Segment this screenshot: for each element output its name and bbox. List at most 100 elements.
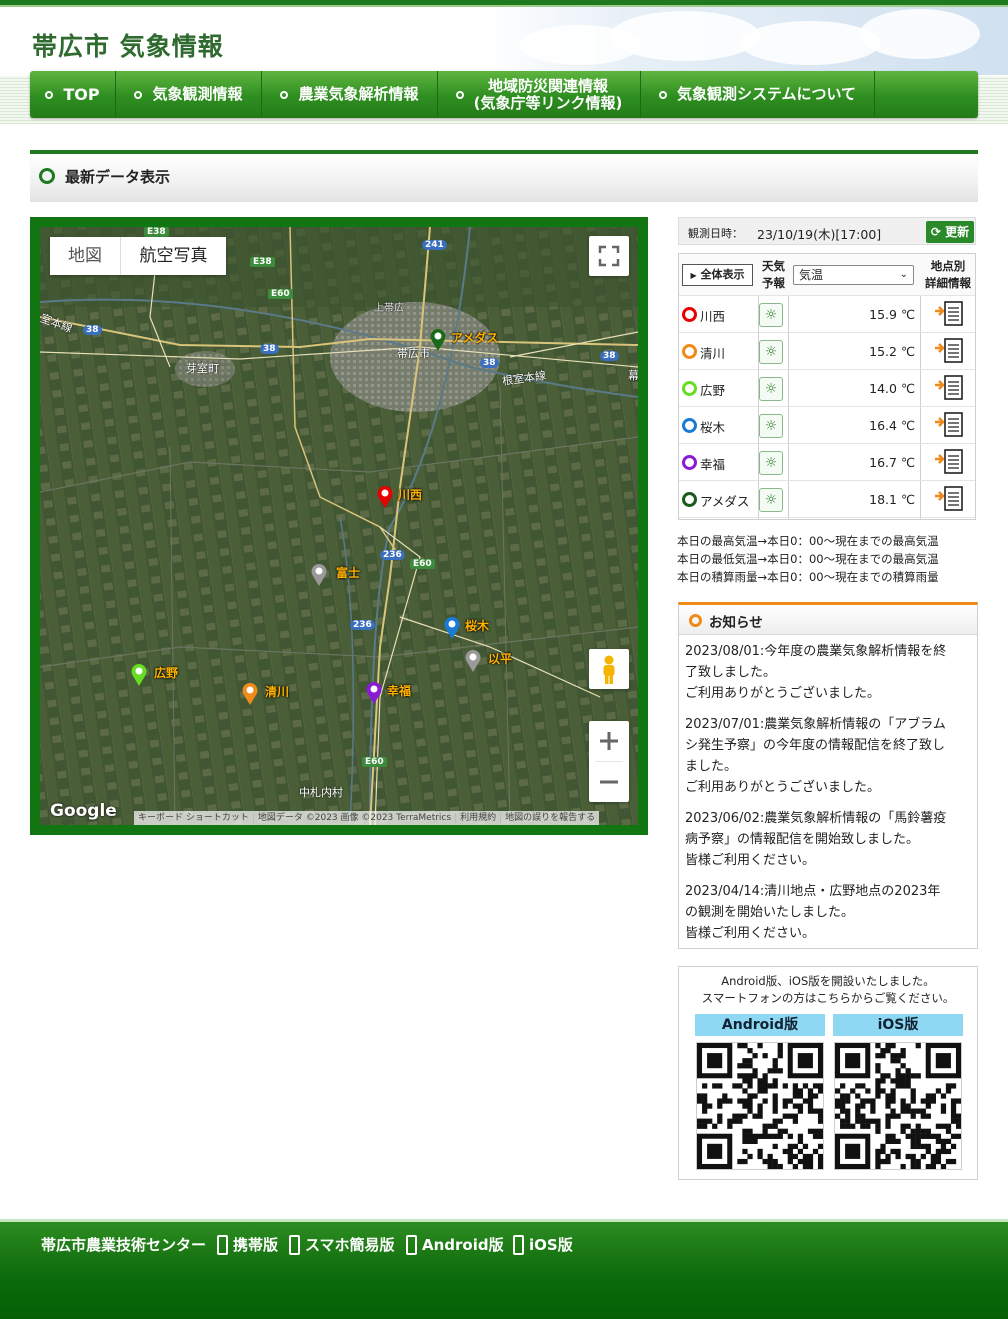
nav-label: 地域防災関連情報: [487, 76, 608, 95]
marker-sakuragi[interactable]: 桜木: [443, 616, 489, 644]
place-label: 上帯広: [374, 303, 404, 314]
minus-icon: [600, 780, 618, 784]
road-shield: 38: [480, 358, 499, 368]
map-pin-icon: [311, 564, 327, 586]
footer: 帯広市農業技術センター 携帯版 スマホ簡易版 Android版 iOS版: [0, 1219, 1008, 1319]
phone-icon: [289, 1235, 300, 1255]
footer-link-smartphone[interactable]: スマホ簡易版: [289, 1234, 395, 1255]
weather-forecast-icon[interactable]: ☼: [759, 303, 783, 327]
marker-kofuku[interactable]: 幸福: [365, 681, 411, 709]
cloud-decoration: [610, 11, 760, 61]
marker-label: 幸福: [387, 684, 412, 698]
footer-link-label: Android版: [422, 1236, 504, 1254]
android-qr-code[interactable]: [696, 1042, 824, 1170]
footer-link-ios[interactable]: iOS版: [513, 1234, 573, 1255]
weather-forecast-icon[interactable]: ☼: [759, 377, 783, 401]
detail-info-icon[interactable]: [933, 300, 965, 332]
map-pin-icon: [430, 329, 446, 351]
marker-ihei[interactable]: 以平: [464, 649, 512, 677]
station-link[interactable]: アメダス: [700, 491, 749, 510]
marker-hirono[interactable]: 広野: [130, 663, 178, 691]
station-link[interactable]: 清川: [700, 343, 725, 362]
marker-amedas[interactable]: アメダス: [429, 328, 498, 356]
bullet-icon: [45, 90, 54, 99]
news-line: ご利用ありがとうございました。: [685, 780, 881, 795]
keyboard-shortcuts-link[interactable]: キーボード ショートカット: [134, 813, 254, 823]
nav-label: 気象観測情報: [152, 85, 243, 103]
news-line: 2023/04/14:清川地点・広野地点の2023年: [685, 884, 941, 899]
footer-link-mobile[interactable]: 携帯版: [217, 1234, 278, 1255]
map-pin-icon: [366, 682, 382, 704]
circle-icon: [39, 168, 55, 184]
place-label: 中札内村: [299, 786, 343, 799]
news-line: 病予察」の情報配信を開始致しました。: [685, 832, 920, 847]
nav-top[interactable]: TOP: [30, 71, 116, 118]
news-line: 了致しました。: [685, 665, 777, 680]
station-link[interactable]: 桜木: [700, 417, 725, 436]
section-header: 最新データ表示: [30, 150, 978, 202]
top-stripe: [0, 0, 1008, 7]
map-pin-icon: [444, 617, 460, 639]
zoom-in-button[interactable]: [589, 721, 629, 761]
street-view-button[interactable]: [589, 649, 629, 689]
news-line: ご利用ありがとうございました。: [685, 686, 881, 701]
nav-label: 気象観測システムについて: [676, 85, 857, 103]
footer-link-android[interactable]: Android版: [406, 1234, 504, 1255]
weather-forecast-icon[interactable]: ☼: [759, 451, 783, 475]
header-line: 詳細情報: [925, 276, 971, 290]
marker-kawanishi[interactable]: 川西: [376, 485, 422, 513]
station-marker-icon: [682, 344, 697, 359]
station-row: 広野 ☼ 14.0 ℃: [679, 370, 975, 407]
marker-label: 広野: [154, 666, 179, 680]
map-pin-icon: [242, 683, 258, 705]
nav-label: TOP: [63, 85, 100, 104]
report-error-link[interactable]: 地図の誤りを報告する: [501, 813, 599, 823]
news-line: 2023/06/02:農業気象解析情報の「馬鈴薯疫: [685, 811, 947, 826]
news-item: 2023/07/01:農業気象解析情報の「アブラム シ発生予察」の今年度の情報配信…: [685, 714, 970, 798]
station-link[interactable]: 広野: [700, 380, 725, 399]
ios-qr-code[interactable]: [834, 1042, 962, 1170]
table-header: ▶ 全体表示 天気 予報 気温 ⌄ 地点別 詳細情報: [679, 254, 975, 296]
detail-info-icon[interactable]: [933, 337, 965, 369]
nav-disaster-info[interactable]: 地域防災関連情報 (気象庁等リンク情報): [438, 71, 641, 118]
map-pin-icon: [131, 664, 147, 686]
element-select[interactable]: 気温 ⌄: [793, 265, 914, 285]
marker-kiyokawa[interactable]: 清川: [241, 682, 289, 710]
news-line: シ発生予察」の今年度の情報配信を終了致し: [685, 738, 946, 753]
terms-link[interactable]: 利用規約: [456, 813, 502, 823]
detail-info-icon[interactable]: [933, 485, 965, 517]
phone-icon: [406, 1235, 417, 1255]
note-line: 本日の積算雨量→本日0：00〜現在までの積算雨量: [677, 570, 939, 584]
map-type-control: 地図 航空写真: [50, 237, 226, 275]
caret-right-icon: ▶: [690, 271, 697, 280]
nav-observation[interactable]: 気象観測情報: [116, 71, 262, 118]
temperature-value: 14.0 ℃: [869, 381, 915, 396]
detail-info-icon[interactable]: [933, 448, 965, 480]
show-all-button[interactable]: ▶ 全体表示: [682, 264, 753, 286]
marker-fuji[interactable]: 富士: [310, 563, 360, 591]
detail-info-icon[interactable]: [933, 374, 965, 406]
station-link[interactable]: 幸福: [700, 454, 725, 473]
map-type-satellite-button[interactable]: 航空写真: [120, 237, 226, 275]
road-shield: 241: [422, 240, 447, 250]
weather-forecast-icon[interactable]: ☼: [759, 414, 783, 438]
page: { "site": {"title": "帯広市 気象情報"}, "nav": …: [0, 0, 1008, 1319]
news-item: 2023/08/01:今年度の農業気象解析情報を終 了致しました。ご利用ありがとう…: [685, 641, 970, 704]
nav-agri-analysis[interactable]: 農業気象解析情報: [262, 71, 438, 118]
map[interactable]: E38 E38 E60 E60 E60 38 38 38 38 241 236 …: [40, 227, 638, 825]
detail-info-icon[interactable]: [933, 411, 965, 443]
weather-forecast-icon[interactable]: ☼: [759, 488, 783, 512]
map-data-credit: 地図データ ©2023 画像 ©2023 TerraMetrics: [253, 813, 457, 823]
weather-forecast-icon[interactable]: ☼: [759, 340, 783, 364]
news-line: 2023/08/01:今年度の農業気象解析情報を終: [685, 644, 947, 659]
news-line: 皆様ご利用ください。: [685, 926, 816, 941]
fullscreen-button[interactable]: [589, 236, 629, 276]
nav-system-about[interactable]: 気象観測システムについて: [641, 71, 875, 118]
zoom-out-button[interactable]: [589, 762, 629, 802]
update-button[interactable]: ⟳ 更新: [926, 221, 974, 243]
update-label: 更新: [945, 225, 970, 239]
section-title: 最新データ表示: [65, 168, 171, 186]
station-link[interactable]: 川西: [700, 306, 725, 325]
place-label: 幕: [628, 369, 638, 382]
map-type-map-button[interactable]: 地図: [50, 237, 120, 275]
